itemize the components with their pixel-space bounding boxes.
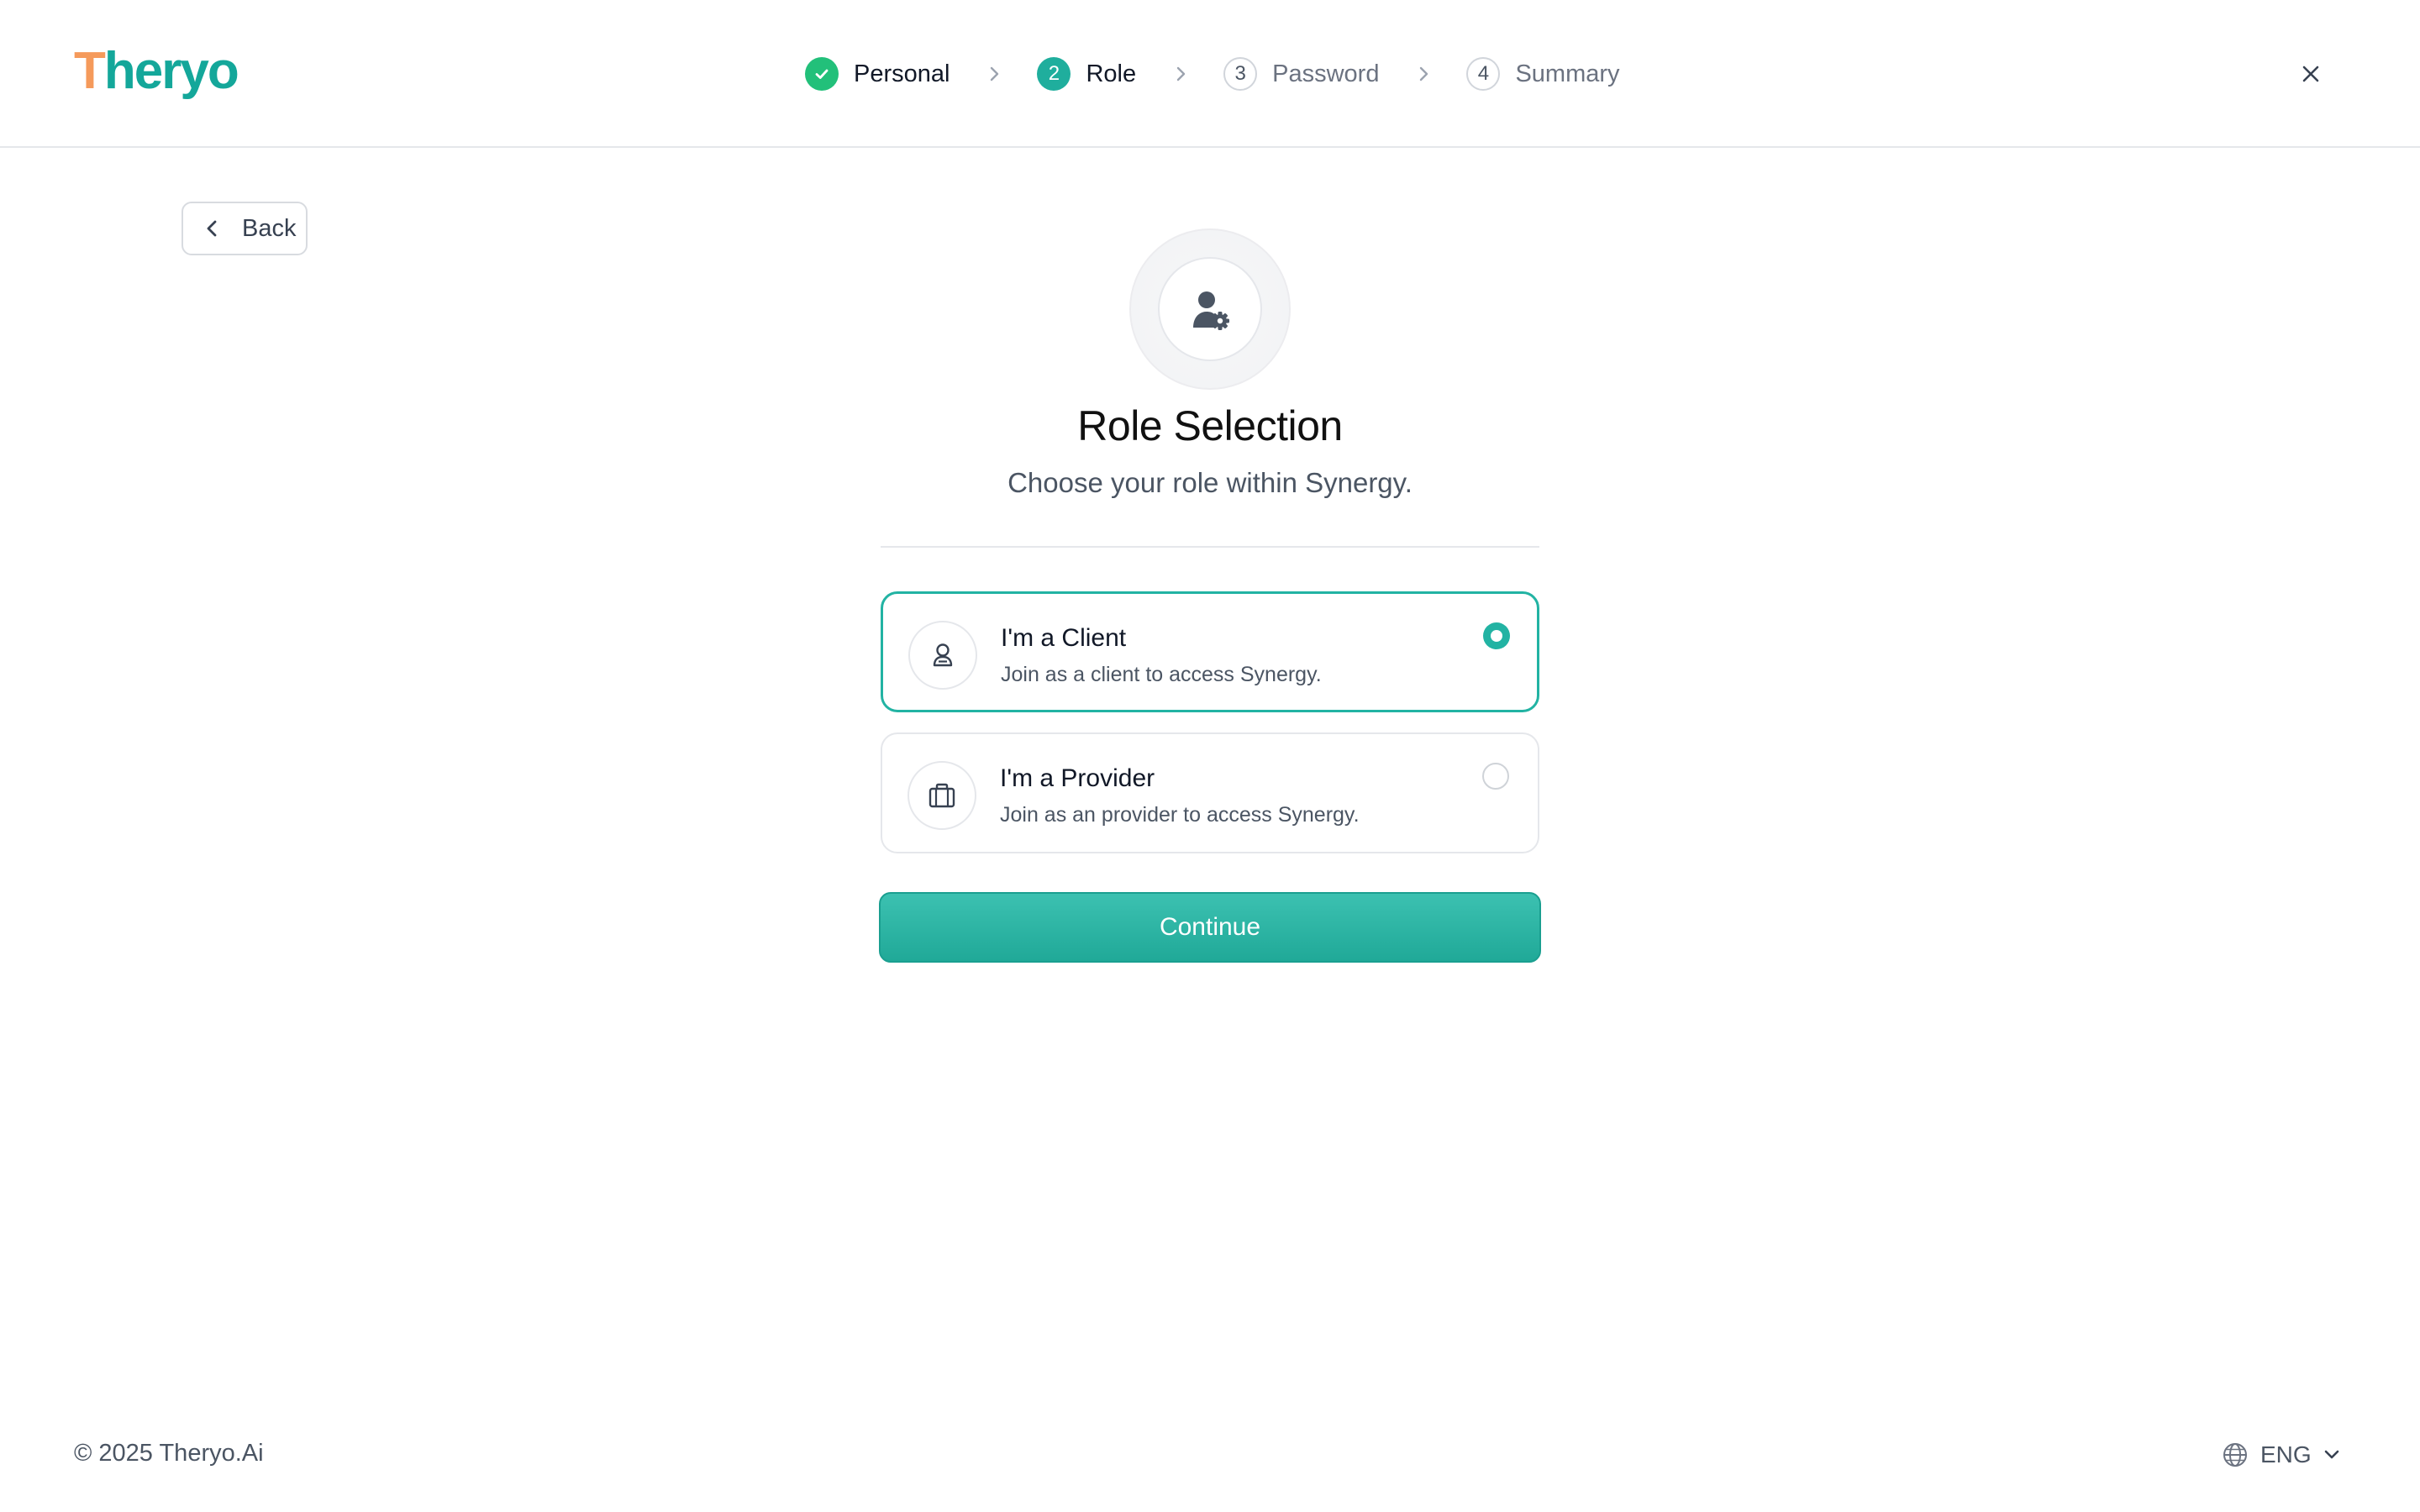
step-number: 3 [1223,57,1258,91]
chevron-down-icon [2323,1449,2340,1461]
role-title: I'm a Client [1001,624,1127,652]
top-header: Theryo Personal 2 Role 3 Password 4 Summ… [0,0,2420,148]
back-label: Back [242,214,297,242]
role-description: Join as an provider to access Synergy. [1000,803,1360,827]
close-icon [2302,66,2319,82]
continue-button[interactable]: Continue [879,892,1541,963]
signup-page: Theryo Personal 2 Role 3 Password 4 Summ… [0,0,2420,1512]
progress-stepper: Personal 2 Role 3 Password 4 Summary [805,54,1620,94]
role-option-client[interactable]: I'm a Client Join as a client to access … [881,591,1539,712]
step-role[interactable]: 2 Role [1037,54,1136,94]
chevron-left-icon [205,218,222,239]
language-label: ENG [2260,1441,2312,1467]
step-personal[interactable]: Personal [805,54,950,94]
hero-icon-circle [1158,257,1262,361]
user-icon [933,643,953,667]
check-icon [805,57,839,91]
step-label: Role [1086,60,1137,87]
copyright-text: © 2025 Theryo.Ai [74,1440,264,1467]
briefcase-icon [929,783,955,808]
language-selector[interactable]: ENG [2222,1440,2340,1470]
step-label: Password [1272,60,1380,87]
step-label: Personal [854,60,950,87]
hero-icon-ring [1129,228,1291,390]
step-number: 4 [1466,57,1501,91]
role-radio-unselected[interactable] [1482,763,1509,790]
page-subtitle: Choose your role within Synergy. [1007,467,1413,498]
role-description: Join as a client to access Synergy. [1001,663,1322,686]
step-password[interactable]: 3 Password [1223,54,1379,94]
role-option-provider[interactable]: I'm a Provider Join as an provider to ac… [881,732,1539,853]
globe-icon [2223,1443,2247,1467]
user-gear-icon [1193,291,1229,330]
divider [881,546,1539,548]
step-number: 2 [1037,57,1071,91]
close-button[interactable] [2294,57,2328,91]
page-title: Role Selection [1077,402,1343,449]
step-summary[interactable]: 4 Summary [1466,54,1620,94]
chevron-right-icon [1416,66,1431,81]
role-icon-circle [908,761,976,830]
chevron-right-icon [1173,66,1188,81]
chevron-right-icon [986,66,1002,81]
logo-text: heryo [103,42,239,100]
role-title: I'm a Provider [1000,764,1155,792]
step-label: Summary [1515,60,1620,87]
logo: Theryo [74,42,239,101]
logo-accent-letter: T [74,42,106,100]
role-radio-selected[interactable] [1483,622,1510,649]
role-icon-circle [908,621,977,690]
back-button[interactable]: Back [182,202,308,255]
